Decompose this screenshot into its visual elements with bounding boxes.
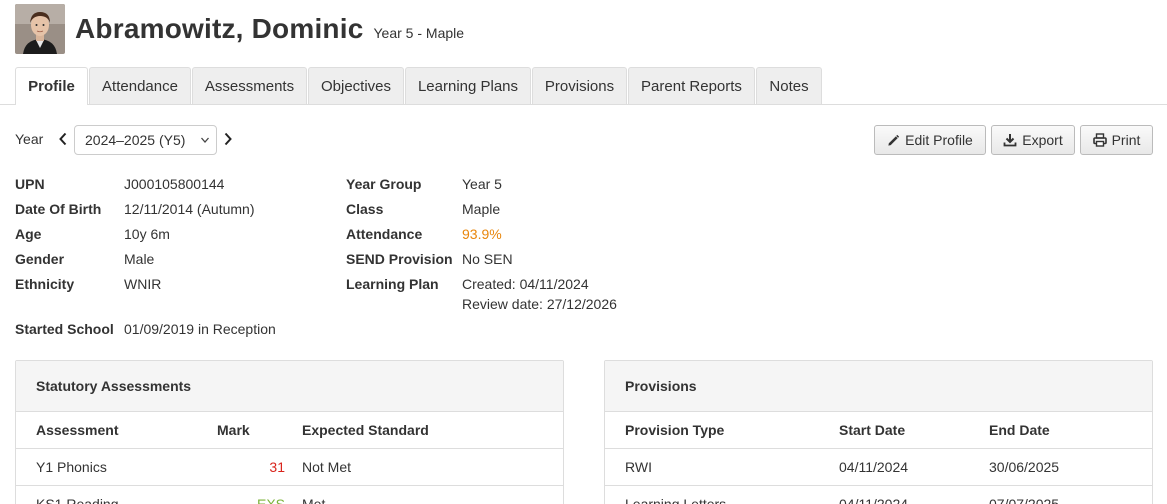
send-provision-label: SEND Provision	[346, 251, 453, 267]
dob-value: 12/11/2014 (Autumn)	[124, 201, 255, 217]
previous-year-button[interactable]	[56, 129, 70, 149]
age-label: Age	[15, 226, 42, 242]
tab-parent-reports[interactable]: Parent Reports	[628, 67, 755, 104]
learning-plan-label: Learning Plan	[346, 276, 439, 292]
next-year-button[interactable]	[221, 129, 235, 149]
class-value: Maple	[462, 201, 501, 217]
chevron-down-icon	[201, 137, 209, 143]
student-name: Abramowitz, Dominic	[75, 13, 364, 44]
dob-label: Date Of Birth	[15, 201, 102, 217]
table-row[interactable]: Learning Letters 04/11/2024 07/07/2025	[605, 486, 1152, 504]
learning-plan-created: Created: 04/11/2024	[462, 276, 589, 292]
tab-learning-plans[interactable]: Learning Plans	[405, 67, 531, 104]
export-label: Export	[1022, 132, 1063, 148]
tab-profile[interactable]: Profile	[15, 67, 88, 105]
edit-profile-label: Edit Profile	[905, 132, 973, 148]
provisions-header-row: Provision Type Start Date End Date	[605, 412, 1152, 449]
learning-plan-review: Review date: 27/12/2026	[462, 296, 617, 312]
ethnicity-value: WNIR	[124, 276, 162, 292]
print-button[interactable]: Print	[1080, 125, 1153, 155]
column-header-end-date: End Date	[989, 422, 1050, 438]
assessment-name: KS1 Reading	[36, 496, 119, 504]
gender-label: Gender	[15, 251, 65, 267]
table-row[interactable]: KS1 Reading EXS Met	[16, 486, 563, 504]
assessment-name: Y1 Phonics	[36, 459, 107, 475]
export-button[interactable]: Export	[991, 125, 1075, 155]
student-avatar	[15, 4, 65, 54]
provision-start-date: 04/11/2024	[839, 459, 909, 475]
provision-start-date: 04/11/2024	[839, 496, 909, 504]
started-school-value: 01/09/2019 in Reception	[124, 321, 276, 337]
column-header-provision-type: Provision Type	[625, 422, 725, 438]
tab-attendance[interactable]: Attendance	[89, 67, 191, 104]
year-select[interactable]: 2024–2025 (Y5)	[74, 125, 217, 155]
statutory-header-row: Assessment Mark Expected Standard	[16, 412, 563, 449]
attendance-label: Attendance	[346, 226, 423, 242]
year-group-label: Year Group	[346, 176, 422, 192]
assessment-mark: EXS	[256, 496, 285, 504]
provisions-panel: Provisions Provision Type Start Date End…	[604, 360, 1153, 504]
tab-provisions[interactable]: Provisions	[532, 67, 627, 104]
age-value: 10y 6m	[124, 226, 170, 242]
assessment-standard: Met	[302, 496, 326, 504]
year-label: Year	[15, 131, 44, 147]
provisions-title: Provisions	[605, 361, 1152, 412]
provision-end-date: 07/07/2025	[989, 496, 1060, 504]
chevron-right-icon	[224, 132, 232, 146]
year-select-value: 2024–2025 (Y5)	[85, 132, 186, 148]
year-group-value: Year 5	[462, 176, 502, 192]
table-row[interactable]: RWI 04/11/2024 30/06/2025	[605, 449, 1152, 486]
assessment-standard: Not Met	[302, 459, 352, 475]
column-header-mark: Mark	[217, 422, 250, 438]
provision-end-date: 30/06/2025	[989, 459, 1060, 475]
statutory-assessments-panel: Statutory Assessments Assessment Mark Ex…	[15, 360, 564, 504]
provision-type: RWI	[625, 459, 652, 475]
attendance-value: 93.9%	[462, 226, 502, 242]
student-year-class: Year 5 - Maple	[373, 25, 465, 41]
table-row[interactable]: Y1 Phonics 31 Not Met	[16, 449, 563, 486]
chevron-left-icon	[59, 132, 67, 146]
class-label: Class	[346, 201, 384, 217]
ethnicity-label: Ethnicity	[15, 276, 75, 292]
provision-type: Learning Letters	[625, 496, 727, 504]
gender-value: Male	[124, 251, 155, 267]
edit-profile-button[interactable]: Edit Profile	[874, 125, 986, 155]
tab-assessments[interactable]: Assessments	[192, 67, 307, 104]
assessment-mark: 31	[269, 459, 285, 475]
column-header-start-date: Start Date	[839, 422, 906, 438]
tab-objectives[interactable]: Objectives	[308, 67, 404, 104]
column-header-assessment: Assessment	[36, 422, 119, 438]
printer-icon	[1092, 133, 1107, 147]
profile-header: Abramowitz, Dominic Year 5 - Maple	[15, 4, 464, 54]
started-school-label: Started School	[15, 321, 114, 337]
upn-label: UPN	[15, 176, 45, 192]
upn-value: J000105800144	[124, 176, 225, 192]
column-header-expected-standard: Expected Standard	[302, 422, 429, 438]
tab-notes[interactable]: Notes	[756, 67, 822, 104]
profile-tabs: Profile Attendance Assessments Objective…	[0, 67, 1167, 105]
download-icon	[1003, 134, 1017, 147]
pencil-icon	[888, 134, 900, 146]
statutory-assessments-title: Statutory Assessments	[16, 361, 563, 412]
send-provision-value: No SEN	[462, 251, 513, 267]
print-label: Print	[1111, 132, 1141, 148]
